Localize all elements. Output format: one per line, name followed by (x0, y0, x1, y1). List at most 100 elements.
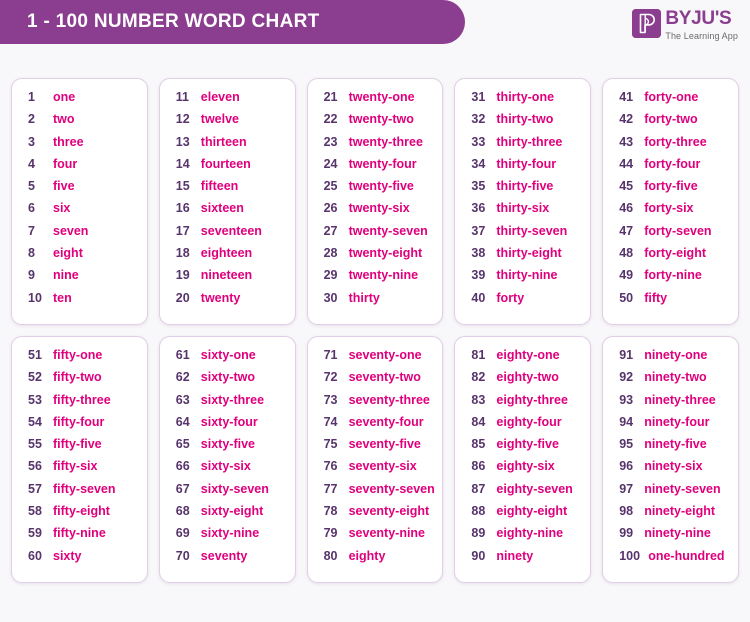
entry-word: eighteen (200, 246, 253, 261)
number-word-entry: 69 sixty-nine (164, 526, 291, 548)
card-row-top: 1 one 2 two 3 three 4 four 5 five 6 six 7 seven 8 eight… (11, 78, 739, 325)
number-word-entry: 37 thirty-seven (459, 224, 586, 246)
entry-word: thirty-one (496, 90, 555, 104)
entry-number: 37 (471, 223, 486, 238)
entry-word: fifteen (200, 179, 239, 194)
number-word-entry: 88 eighty-eight (459, 504, 586, 526)
entry-number: 96 (619, 459, 634, 474)
entry-word: twenty-five (348, 179, 414, 194)
entry-word: thirty-four (496, 156, 557, 171)
entry-word: ninety-five (644, 437, 707, 452)
entry-number: 24 (323, 156, 338, 171)
number-word-entry: 44 forty-four (607, 157, 734, 179)
number-word-entry: 42 forty-two (607, 112, 734, 134)
number-word-entry: 5 five (16, 179, 143, 201)
entry-word: eighty-four (496, 414, 562, 429)
number-word-entry: 59 fifty-nine (16, 526, 143, 548)
entry-word: sixty-one (200, 347, 256, 362)
entry-word: forty-two (644, 112, 698, 127)
number-word-entry: 47 forty-seven (607, 224, 734, 246)
entry-number: 89 (471, 526, 486, 541)
entry-number: 100 (619, 548, 641, 563)
number-card: 61 sixty-one 62 sixty-two 63 sixty-three 64 six… (158, 335, 296, 583)
number-word-entry: 34 thirty-four (459, 157, 586, 179)
entry-number: 38 (471, 246, 486, 261)
entry-word: sixty-four (200, 414, 258, 429)
entry-word: eighty-seven (496, 481, 573, 496)
number-word-entry: 15 fifteen (164, 179, 291, 201)
entry-word: one (53, 90, 76, 104)
number-word-entry: 45 forty-five (607, 179, 734, 201)
number-word-entry: 9 nine (16, 268, 143, 290)
entry-word: ninety-seven (644, 481, 721, 496)
number-card: 31 thirty-one 32 thirty-two 33 thirty-three 34… (454, 78, 592, 325)
number-word-entry: 66 sixty-six (164, 459, 291, 481)
number-word-entry: 63 sixty-three (164, 393, 291, 415)
entry-number: 86 (471, 459, 486, 474)
byjus-logo-mark-icon (632, 9, 662, 38)
number-word-entry: 79 seventy-nine (312, 526, 439, 548)
entry-number: 21 (323, 90, 338, 104)
entry-number: 76 (323, 459, 338, 474)
entry-word: forty-one (644, 90, 699, 104)
entry-number: 41 (619, 90, 634, 104)
entry-number: 59 (28, 526, 42, 541)
entry-word: ninety-three (644, 392, 716, 407)
entry-word: twenty-nine (348, 268, 419, 283)
entry-number: 44 (619, 156, 634, 171)
number-word-entry: 10 ten (16, 291, 143, 313)
number-word-entry: 14 fourteen (164, 157, 291, 179)
entry-word: seventy (200, 548, 248, 563)
entry-number: 40 (471, 290, 486, 305)
entry-word: fifty-three (53, 392, 111, 407)
entry-number: 36 (471, 201, 486, 216)
number-card: 91 ninety-one 92 ninety-two 93 ninety-three 94… (602, 335, 739, 583)
entry-number: 45 (619, 179, 634, 194)
entry-word: eleven (200, 90, 240, 104)
entry-number: 71 (323, 347, 338, 362)
entry-number: 60 (28, 548, 42, 563)
entry-word: thirty-five (496, 179, 554, 194)
entry-number: 34 (471, 156, 486, 171)
number-word-entry: 35 thirty-five (459, 179, 586, 201)
entry-word: sixty-seven (200, 481, 269, 496)
entry-word: seventy-nine (348, 526, 426, 541)
entry-number: 58 (28, 504, 42, 519)
entry-word: seven (53, 223, 89, 238)
entry-word: thirty-nine (496, 268, 558, 283)
entry-word: ninety-nine (644, 526, 711, 541)
entry-number: 65 (175, 437, 190, 452)
number-word-entry: 31 thirty-one (459, 90, 586, 112)
number-word-entry: 93 ninety-three (607, 393, 734, 415)
number-card: 81 eighty-one 82 eighty-two 83 eighty-three 84… (454, 335, 592, 583)
number-word-entry: 73 seventy-three (312, 393, 439, 415)
entry-word: forty-four (644, 156, 701, 171)
entry-number: 49 (619, 268, 634, 283)
title-banner: 1 - 100 NUMBER WORD CHART (0, 0, 465, 44)
entry-number: 26 (323, 201, 338, 216)
entry-number: 13 (175, 134, 190, 149)
number-word-entry: 50 fifty (607, 291, 734, 313)
entry-number: 61 (175, 347, 190, 362)
number-word-entry: 78 seventy-eight (312, 504, 439, 526)
entry-number: 53 (28, 392, 42, 407)
entry-number: 8 (28, 246, 35, 261)
entry-number: 17 (175, 223, 190, 238)
number-word-entry: 81 eighty-one (459, 348, 586, 370)
number-word-entry: 71 seventy-one (312, 348, 439, 370)
number-card-grid: 1 one 2 two 3 three 4 four 5 five 6 six 7 seven 8 eight… (0, 56, 750, 583)
entry-number: 10 (28, 290, 42, 305)
entry-number: 73 (323, 392, 338, 407)
number-word-entry: 24 twenty-four (312, 157, 439, 179)
entry-word: eighty-five (496, 437, 559, 452)
entry-word: thirty-three (496, 134, 563, 149)
entry-word: fifty-seven (53, 481, 116, 496)
entry-number: 50 (619, 290, 634, 305)
entry-word: sixty-nine (200, 526, 260, 541)
entry-number: 81 (471, 347, 486, 362)
entry-word: fifty-eight (53, 504, 110, 519)
entry-word: ninety (496, 548, 534, 563)
entry-number: 27 (323, 223, 338, 238)
entry-number: 98 (619, 504, 634, 519)
number-word-entry: 57 fifty-seven (16, 482, 143, 504)
